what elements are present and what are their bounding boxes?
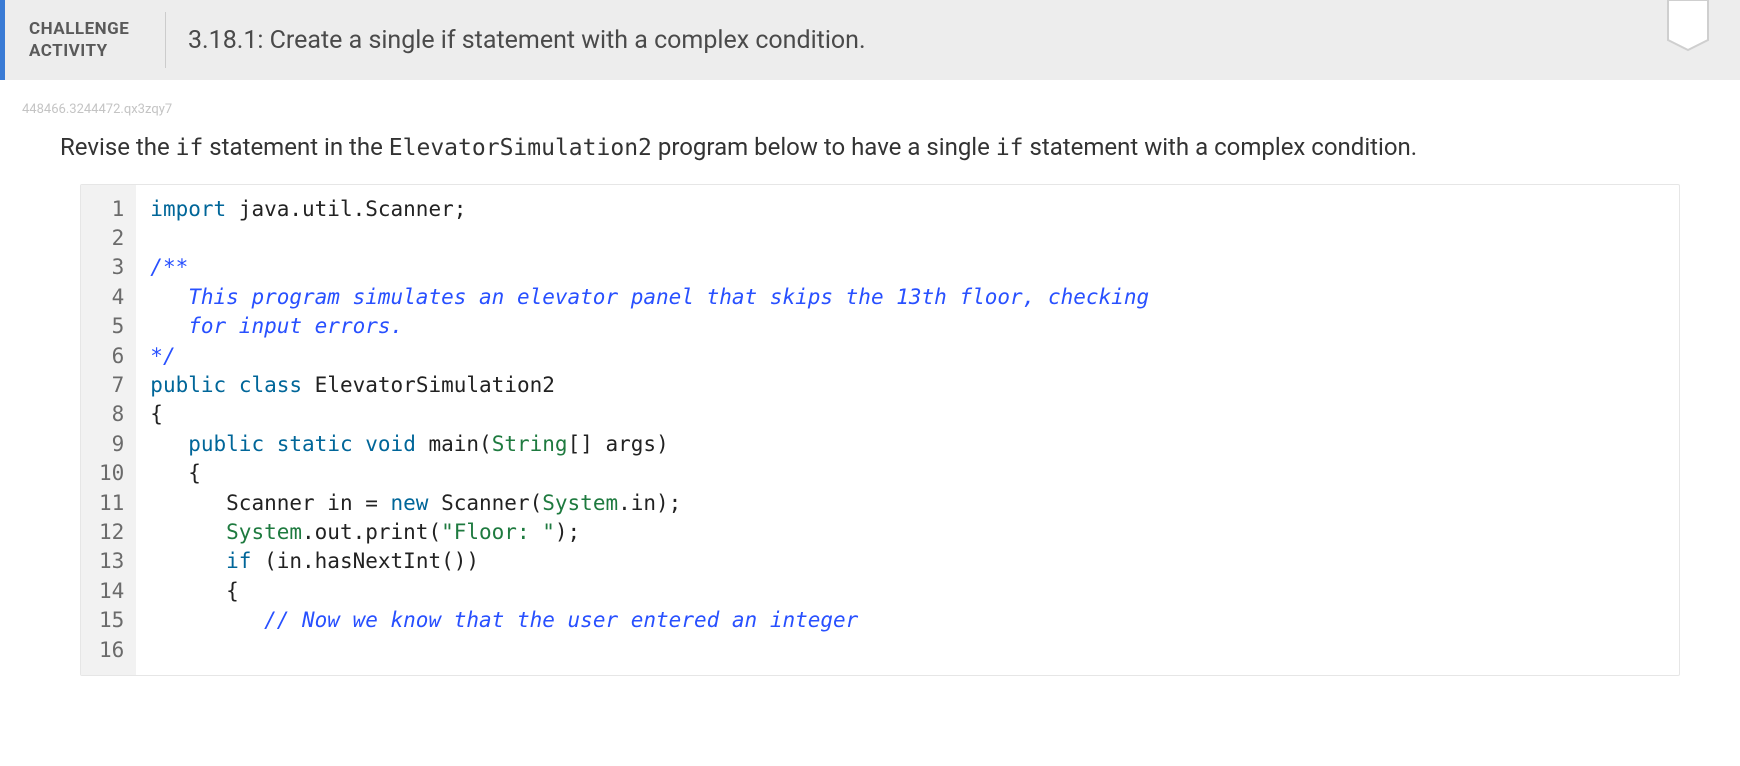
bookmark-icon — [1664, 0, 1712, 54]
instr-part: program below to have a single — [652, 133, 996, 161]
code-line[interactable]: This program simulates an elevator panel… — [150, 283, 1665, 312]
line-number: 11 — [95, 489, 128, 518]
instructions-text: Revise the if statement in the ElevatorS… — [0, 117, 1740, 184]
instr-part: statement in the — [203, 133, 388, 161]
code-line[interactable]: for input errors. — [150, 312, 1665, 341]
challenge-title: 3.18.1: Create a single if statement wit… — [166, 0, 1664, 80]
code-line[interactable] — [150, 224, 1665, 253]
line-number: 8 — [95, 400, 128, 429]
code-area[interactable]: import java.util.Scanner; /** This progr… — [136, 185, 1679, 675]
code-line[interactable] — [150, 636, 1665, 665]
code-line[interactable]: /** — [150, 253, 1665, 282]
line-number: 2 — [95, 224, 128, 253]
line-number: 4 — [95, 283, 128, 312]
line-number: 15 — [95, 606, 128, 635]
code-line[interactable]: public static void main(String[] args) — [150, 430, 1665, 459]
code-line[interactable]: { — [150, 400, 1665, 429]
line-number: 1 — [95, 195, 128, 224]
code-editor[interactable]: 12345678910111213141516 import java.util… — [80, 184, 1680, 676]
challenge-label: CHALLENGE ACTIVITY — [5, 0, 165, 80]
line-number: 13 — [95, 547, 128, 576]
line-number: 6 — [95, 342, 128, 371]
line-number: 14 — [95, 577, 128, 606]
instr-code: if — [996, 135, 1024, 161]
activity-id: 448466.3244472.qx3zqy7 — [0, 80, 1740, 117]
line-number-gutter: 12345678910111213141516 — [81, 185, 136, 675]
instr-code: if — [176, 135, 204, 161]
code-line[interactable]: { — [150, 577, 1665, 606]
line-number: 10 — [95, 459, 128, 488]
code-line[interactable]: { — [150, 459, 1665, 488]
instr-code: ElevatorSimulation2 — [389, 135, 652, 161]
bookmark-button[interactable] — [1664, 0, 1740, 80]
instr-part: statement with a complex condition. — [1024, 133, 1418, 161]
code-line[interactable]: System.out.print("Floor: "); — [150, 518, 1665, 547]
line-number: 3 — [95, 253, 128, 282]
code-line[interactable]: if (in.hasNextInt()) — [150, 547, 1665, 576]
code-line[interactable]: */ — [150, 342, 1665, 371]
challenge-header: CHALLENGE ACTIVITY 3.18.1: Create a sing… — [0, 0, 1740, 80]
code-line[interactable]: Scanner in = new Scanner(System.in); — [150, 489, 1665, 518]
challenge-label-line1: CHALLENGE — [29, 18, 141, 40]
code-line[interactable]: import java.util.Scanner; — [150, 195, 1665, 224]
line-number: 12 — [95, 518, 128, 547]
line-number: 16 — [95, 636, 128, 665]
code-line[interactable]: // Now we know that the user entered an … — [150, 606, 1665, 635]
line-number: 9 — [95, 430, 128, 459]
code-line[interactable]: public class ElevatorSimulation2 — [150, 371, 1665, 400]
line-number: 7 — [95, 371, 128, 400]
line-number: 5 — [95, 312, 128, 341]
instr-part: Revise the — [60, 133, 176, 161]
challenge-label-line2: ACTIVITY — [29, 40, 141, 62]
